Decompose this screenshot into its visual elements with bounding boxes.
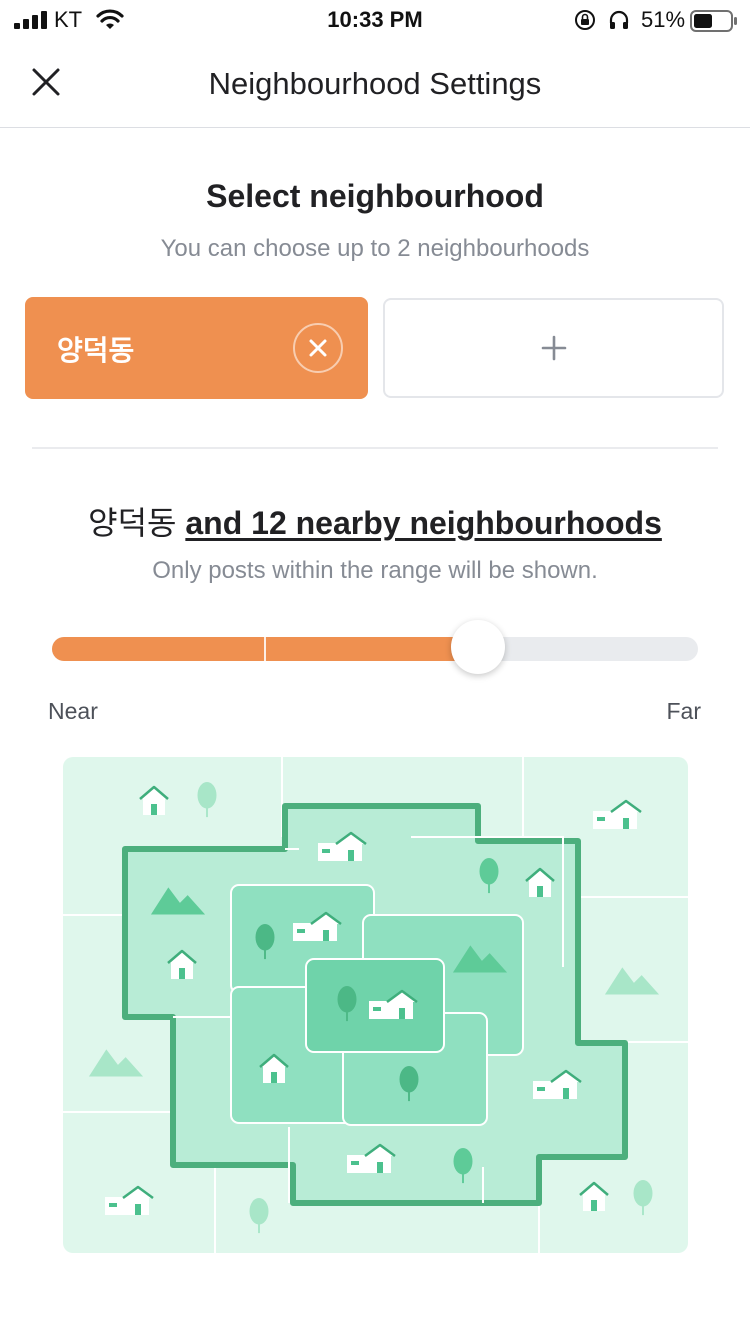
status-bar: KT 10:33 PM 51% (0, 0, 750, 40)
range-description: Only posts within the range will be show… (152, 557, 598, 584)
slider-step-tick (264, 637, 267, 661)
add-neighbourhood-button[interactable] (383, 298, 724, 398)
remove-neighbourhood-button[interactable] (293, 323, 343, 373)
nearby-neighbourhoods-link[interactable]: and 12 nearby neighbourhoods (185, 505, 662, 541)
nav-bar: Neighbourhood Settings (0, 40, 750, 128)
headphones-icon (608, 9, 630, 36)
battery-icon (690, 10, 738, 37)
range-neighbourhood-name: 양덕동 (88, 505, 177, 541)
status-time: 10:33 PM (327, 7, 423, 32)
far-label: Far (666, 698, 702, 724)
orientation-lock-icon (574, 9, 596, 36)
plus-icon (541, 335, 566, 361)
page-title: Neighbourhood Settings (208, 66, 542, 101)
neighbourhood-map-illustration (63, 757, 688, 1253)
range-slider-track[interactable] (52, 637, 698, 661)
select-section-title: Select neighbourhood (206, 178, 544, 214)
battery-percent: 51% (641, 7, 686, 32)
range-slider-thumb[interactable] (451, 620, 506, 674)
range-title: 양덕동 and 12 nearby neighbourhoods (0, 498, 750, 544)
selected-neighbourhood-chip[interactable]: 양덕동 (25, 297, 368, 399)
selected-neighbourhood-label: 양덕동 (57, 335, 135, 366)
section-divider (32, 447, 718, 449)
near-label: Near (48, 698, 98, 724)
close-circle-icon (309, 339, 327, 357)
select-section-subtitle: You can choose up to 2 neighbourhoods (160, 235, 590, 262)
